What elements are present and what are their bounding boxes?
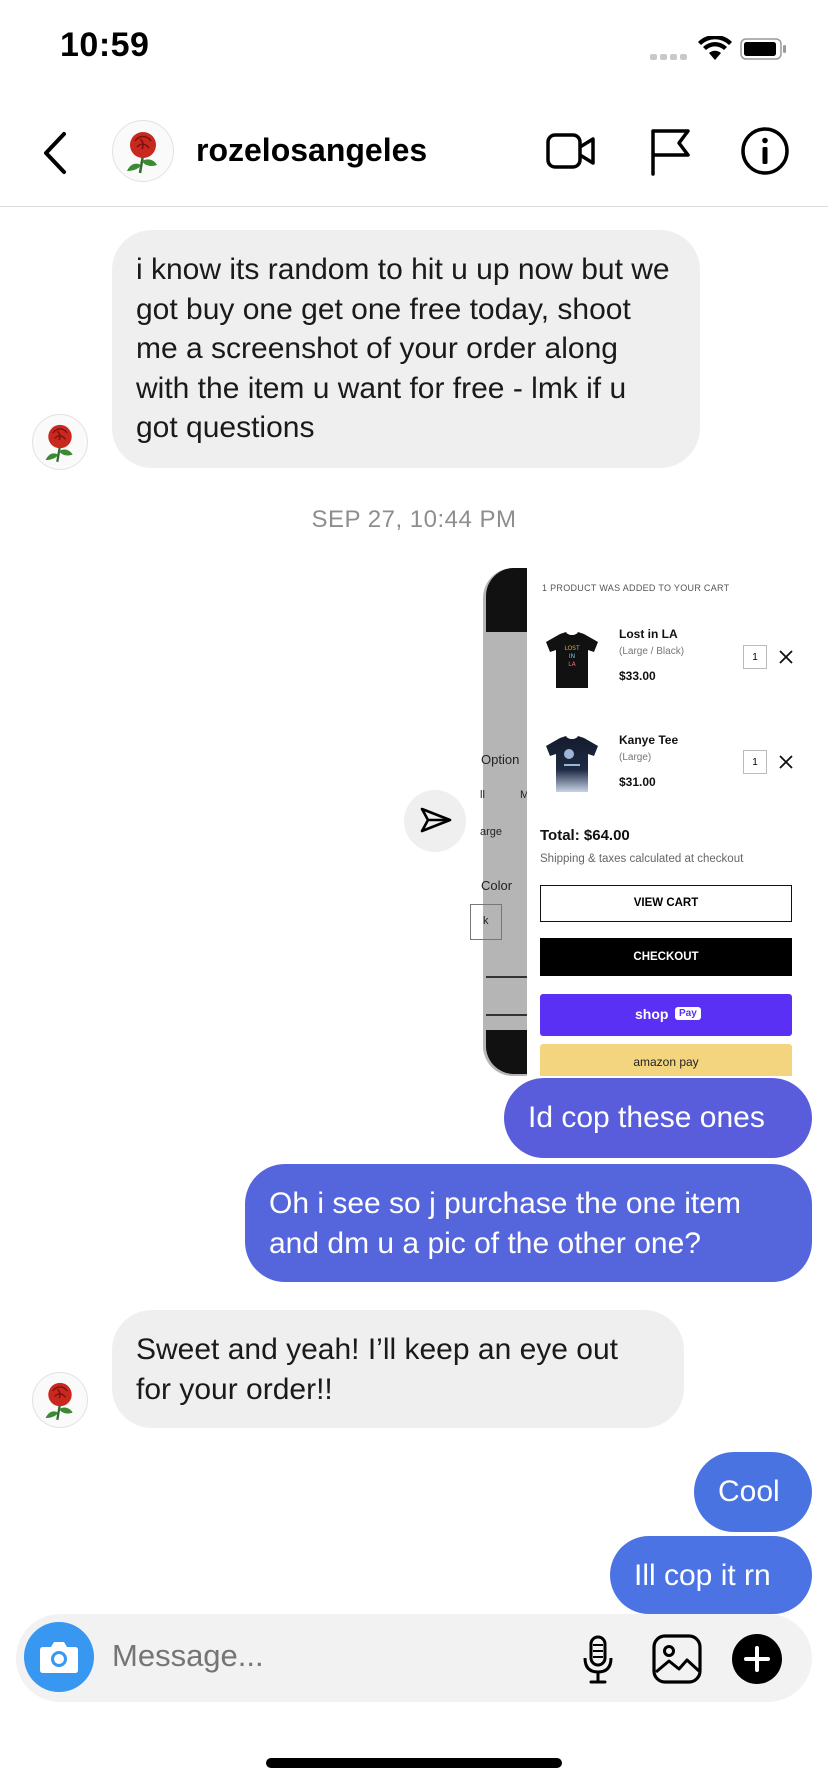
view-cart-button: VIEW CART [540,885,792,922]
status-time: 10:59 [60,26,150,64]
gallery-icon[interactable] [652,1634,702,1684]
svg-text:LOST: LOST [564,645,580,652]
screenshot-color-label: Color [481,878,513,893]
message-timestamp: SEP 27, 10:44 PM [311,506,517,533]
screenshot-product-page [483,568,527,1076]
outgoing-message-bubble[interactable]: Oh i see so j purchase the one item and … [245,1164,812,1282]
microphone-icon[interactable] [578,1634,618,1686]
camera-icon [40,1642,78,1673]
remove-item-icon [779,650,793,664]
cart-item-quantity: 1 [743,645,767,669]
cart-item-name: Lost in LA [619,627,678,641]
battery-icon [740,38,786,60]
outgoing-message-bubble[interactable]: Ill cop it rn [610,1536,812,1614]
outgoing-message-bubble[interactable]: Cool [694,1452,812,1532]
rose-avatar-icon [127,132,157,174]
checkout-button: CHECKOUT [540,938,792,976]
shop-pay-brand: shop [635,1006,669,1022]
divider [486,1014,527,1016]
svg-text:LA: LA [568,661,576,668]
flag-icon[interactable] [648,126,692,176]
shop-pay-button: shop Pay [540,994,792,1036]
screenshot-swatch-label: k [483,915,489,927]
screenshot-color-swatch: k [470,904,502,940]
add-button[interactable] [732,1634,782,1684]
rose-avatar-icon [45,1382,73,1420]
avatar[interactable] [32,1372,88,1428]
cart-item-variant: (Large) [619,752,652,763]
outgoing-message-bubble[interactable]: Id cop these ones [504,1078,812,1158]
wifi-icon [698,36,732,60]
avatar[interactable] [32,414,88,470]
cart-total: Total: $64.00 [540,827,630,844]
avatar[interactable] [112,120,174,182]
svg-text:IN: IN [569,653,575,660]
divider [486,976,527,978]
back-icon[interactable] [40,128,70,178]
rose-avatar-icon [45,424,73,462]
cart-item-price: $33.00 [619,669,656,683]
product-thumbnail: LOST IN LA [546,632,598,688]
camera-button[interactable] [24,1622,94,1692]
video-call-icon[interactable] [546,128,596,174]
cart-item-price: $31.00 [619,775,656,789]
chat-username[interactable]: rozelosangeles [196,132,427,169]
cart-item-name: Kanye Tee [619,733,679,747]
amazon-pay-button: amazon pay [540,1044,792,1076]
message-input[interactable] [112,1638,532,1674]
info-icon[interactable] [740,126,790,176]
screenshot-option-label: Option [481,752,520,767]
shipping-note: Shipping & taxes calculated at checkout [540,853,744,865]
screenshot-dark-banner [486,568,527,632]
share-button[interactable] [404,790,466,852]
share-icon [420,807,452,833]
cellular-signal-icon [650,52,690,60]
add-icon [744,1646,770,1672]
remove-item-icon [779,755,793,769]
cart-item-quantity: 1 [743,750,767,774]
incoming-message-bubble[interactable]: i know its random to hit u up now but we… [112,230,700,468]
product-thumbnail [546,736,598,792]
home-indicator [266,1758,562,1768]
shop-pay-badge: Pay [675,1007,701,1020]
incoming-message-bubble[interactable]: Sweet and yeah! I’ll keep an eye out for… [112,1310,684,1428]
cart-item-variant: (Large / Black) [619,646,685,657]
screenshot-size-label: arge [480,826,503,838]
screenshot-size-label: ll [480,789,485,801]
cart-added-banner: 1 PRODUCT WAS ADDED TO YOUR CART [542,583,730,593]
